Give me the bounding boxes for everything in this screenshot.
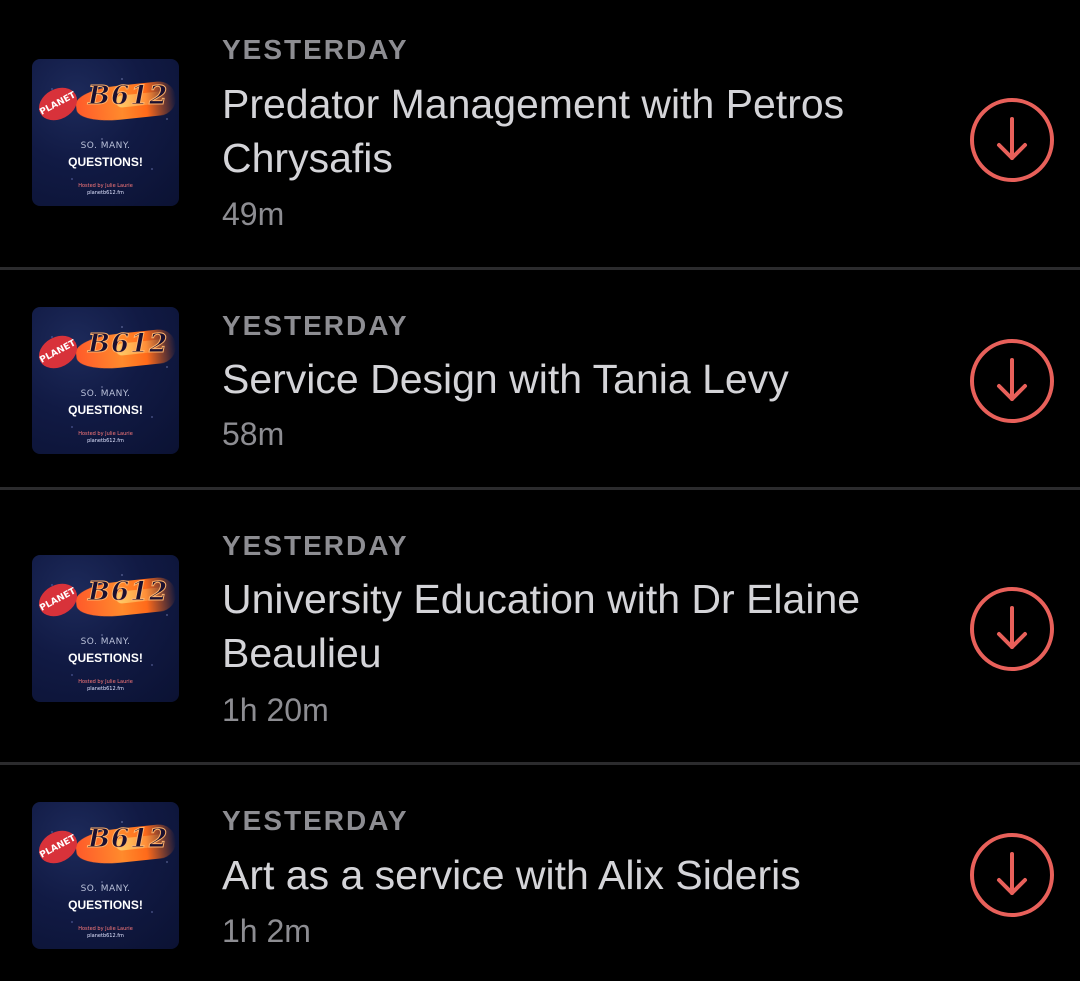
artwork-line3: Hosted by Julie Laurie: [78, 926, 133, 932]
episode-row[interactable]: PLANET B612 SO. MANY. QUESTIONS! Hosted …: [0, 490, 1080, 762]
artwork-line2: QUESTIONS!: [68, 155, 143, 169]
artwork-line4: planetb612.fm: [87, 933, 124, 939]
podcast-artwork: PLANET B612 SO. MANY. QUESTIONS! Hosted …: [32, 555, 179, 702]
artwork-line4: planetb612.fm: [87, 686, 124, 692]
episode-duration: 58m: [222, 416, 285, 452]
download-button[interactable]: [969, 832, 1055, 918]
artwork-line2: QUESTIONS!: [68, 651, 143, 665]
artwork-line4: planetb612.fm: [87, 190, 124, 196]
episode-date: YESTERDAY: [222, 530, 409, 561]
download-button[interactable]: [969, 97, 1055, 183]
artwork-line3: Hosted by Julie Laurie: [78, 431, 133, 437]
episode-row[interactable]: PLANET B612 SO. MANY. QUESTIONS! Hosted …: [0, 0, 1080, 268]
artwork-line3: Hosted by Julie Laurie: [78, 679, 133, 685]
episode-duration: 1h 2m: [222, 913, 311, 949]
artwork-line2: QUESTIONS!: [68, 898, 143, 912]
artwork-line1: SO. MANY.: [80, 884, 131, 894]
artwork-line1: SO. MANY.: [80, 637, 131, 647]
artwork-line3: Hosted by Julie Laurie: [78, 183, 133, 189]
episode-title[interactable]: Predator Management with Petros Chrysafi…: [222, 77, 942, 185]
episode-duration: 1h 20m: [222, 692, 329, 728]
download-button[interactable]: [969, 338, 1055, 424]
artwork-logo: B612: [87, 81, 169, 112]
episode-title[interactable]: University Education with Dr Elaine Beau…: [222, 572, 942, 680]
artwork-line4: planetb612.fm: [87, 438, 124, 444]
episode-title[interactable]: Art as a service with Alix Sideris: [222, 848, 942, 902]
artwork-line2: QUESTIONS!: [68, 403, 143, 417]
podcast-artwork: PLANET B612 SO. MANY. QUESTIONS! Hosted …: [32, 307, 179, 454]
episode-row[interactable]: PLANET B612 SO. MANY. QUESTIONS! Hosted …: [0, 270, 1080, 488]
episode-title[interactable]: Service Design with Tania Levy: [222, 352, 942, 406]
artwork-logo: B612: [87, 577, 169, 608]
artwork-logo: B612: [87, 824, 169, 855]
artwork-line1: SO. MANY.: [80, 389, 131, 399]
episode-duration: 49m: [222, 196, 285, 232]
episode-list: PLANET B612 SO. MANY. QUESTIONS! Hosted …: [0, 0, 1080, 981]
artwork-line1: SO. MANY.: [80, 141, 131, 151]
podcast-artwork: PLANET B612 SO. MANY. QUESTIONS! Hosted …: [32, 59, 179, 206]
download-icon: [970, 833, 1054, 917]
download-icon: [970, 98, 1054, 182]
download-icon: [970, 339, 1054, 423]
episode-row[interactable]: PLANET B612 SO. MANY. QUESTIONS! Hosted …: [0, 765, 1080, 981]
download-icon: [970, 587, 1054, 671]
artwork-logo: B612: [87, 329, 169, 360]
podcast-artwork: PLANET B612 SO. MANY. QUESTIONS! Hosted …: [32, 802, 179, 949]
download-button[interactable]: [969, 586, 1055, 672]
episode-date: YESTERDAY: [222, 805, 409, 836]
episode-date: YESTERDAY: [222, 310, 409, 341]
episode-date: YESTERDAY: [222, 34, 409, 65]
